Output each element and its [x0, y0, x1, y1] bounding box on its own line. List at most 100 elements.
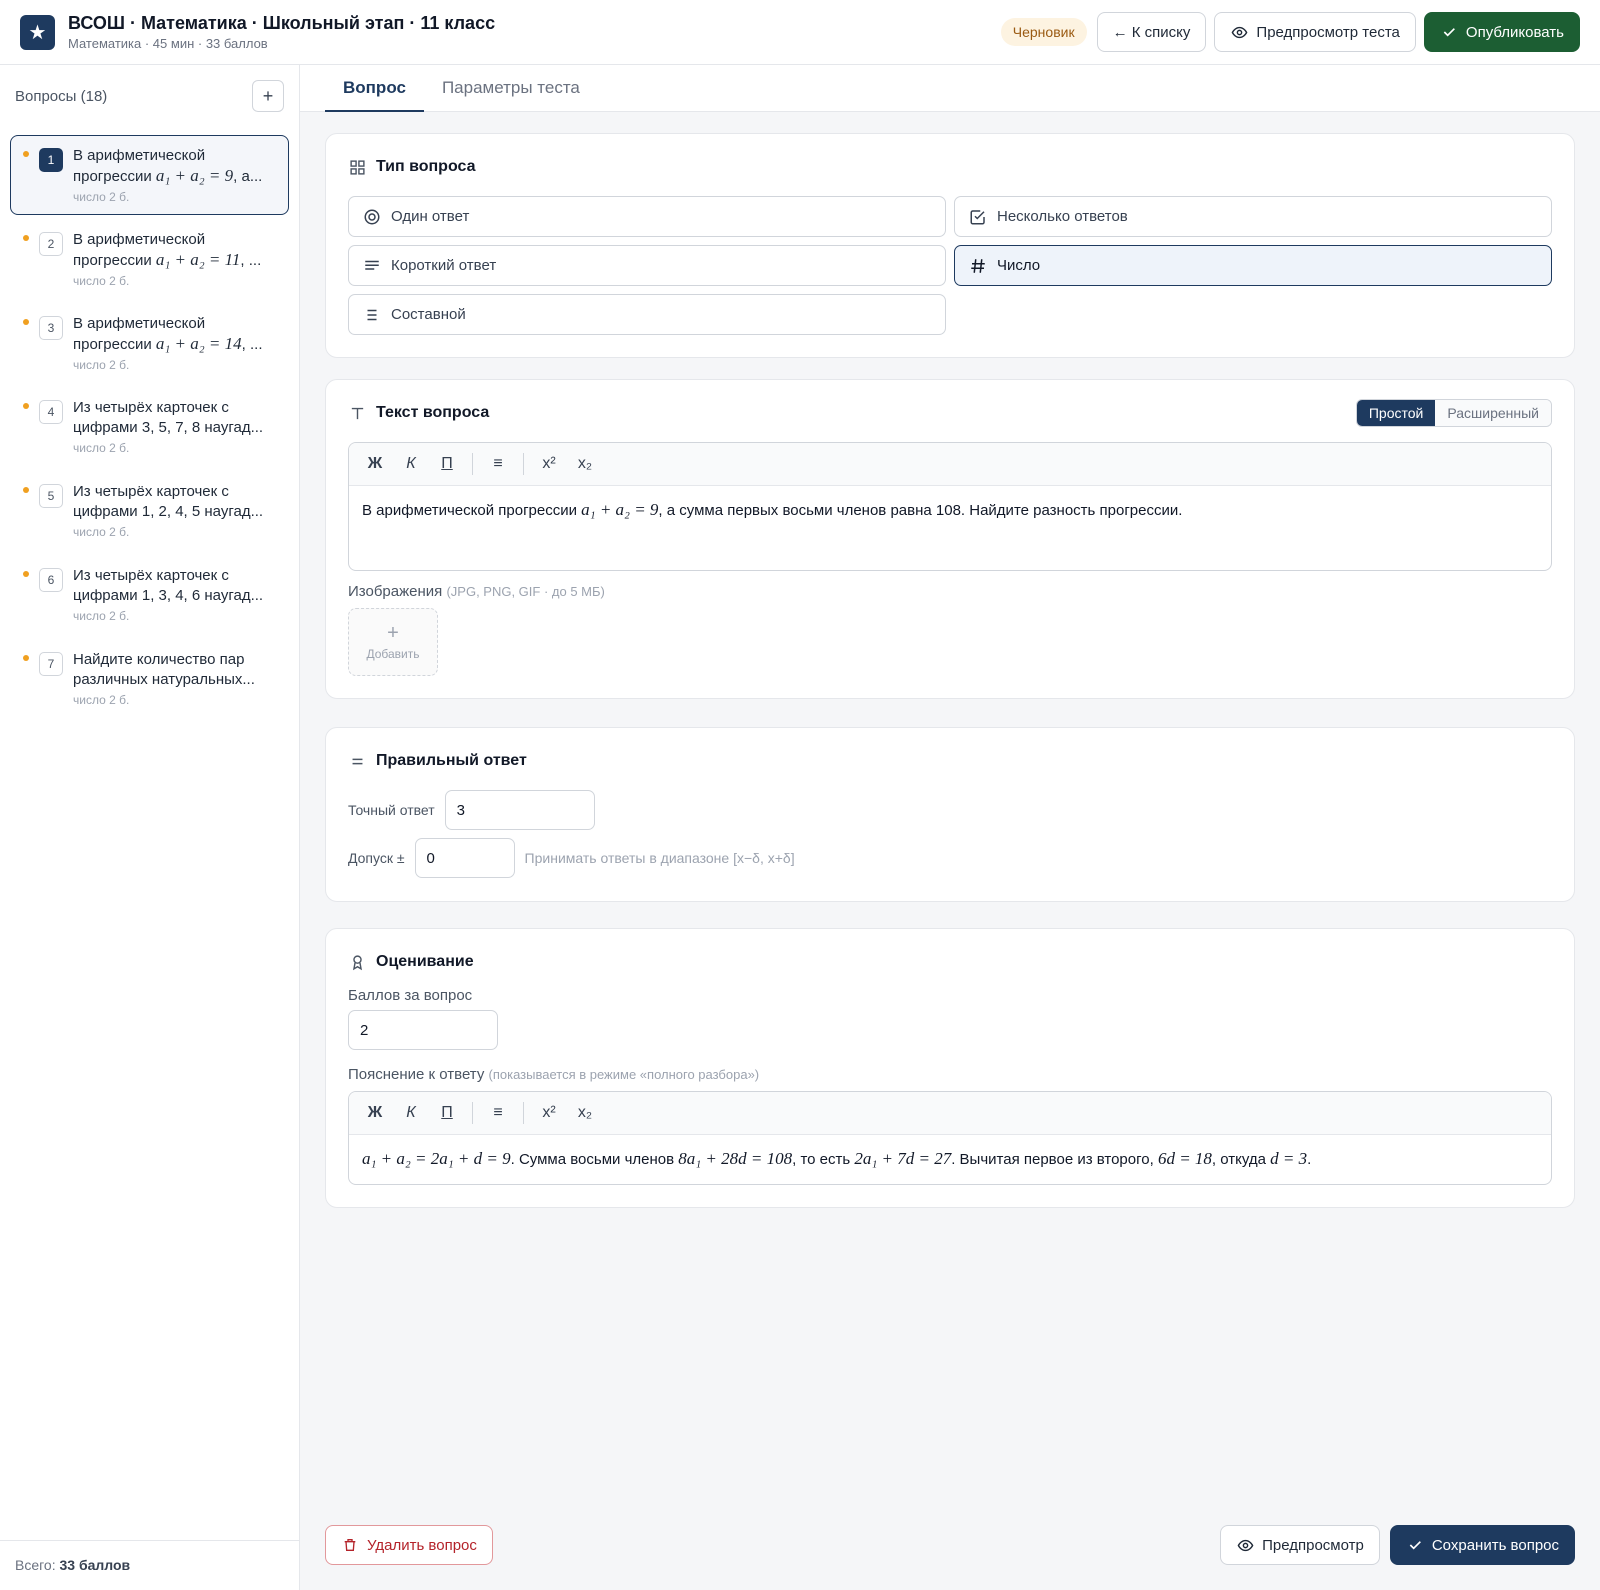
publish-button[interactable]: Опубликовать — [1423, 12, 1580, 52]
question-meta: число 2 б. — [73, 190, 130, 204]
app-header: ★ ВСОШ · Математика · Школьный этап · 11… — [0, 0, 1600, 65]
question-item-7[interactable]: 7 Найдите количество пар различных натур… — [10, 639, 289, 719]
question-type-options: Один ответ Несколько ответов Короткий от… — [348, 196, 1552, 335]
unsaved-dot — [23, 319, 29, 325]
tolerance-input[interactable] — [414, 838, 515, 878]
delete-question-button[interactable]: Удалить вопрос — [325, 1525, 493, 1565]
tab-bar: Вопрос Параметры теста — [300, 65, 1600, 112]
editor-toolbar: Ж К П ≡ x² x₂ — [349, 1092, 1551, 1135]
superscript-button[interactable]: x² — [531, 1104, 567, 1122]
tab-question[interactable]: Вопрос — [325, 65, 424, 112]
question-item-5[interactable]: 5 Из четырёх карточек с цифрами 1, 2, 4,… — [10, 471, 289, 551]
question-meta: число 2 б. — [73, 358, 130, 372]
footer-right-actions: Предпросмотр Сохранить вопрос — [1220, 1525, 1575, 1565]
bold-button[interactable]: Ж — [357, 1104, 393, 1122]
explanation-hint: (показывается в режиме «полного разбора»… — [488, 1067, 760, 1082]
question-number: 6 — [39, 568, 63, 592]
tolerance-hint: Принимать ответы в диапазоне [x−δ, x+δ] — [524, 850, 795, 866]
question-number: 1 — [39, 148, 63, 172]
unsaved-dot — [23, 655, 29, 661]
points-input[interactable] — [348, 1010, 498, 1050]
images-section: Изображения (JPG, PNG, GIF · до 5 МБ) + … — [348, 583, 1552, 676]
points-label: Баллов за вопрос — [348, 987, 473, 1004]
toolbar-divider — [472, 453, 473, 475]
question-type-card: Тип вопроса Один ответ Несколько ответов… — [325, 133, 1575, 358]
question-item-2[interactable]: 2 В арифметической прогрессии a₁ + a₂ = … — [10, 219, 289, 299]
preview-test-button[interactable]: Предпросмотр теста — [1214, 12, 1416, 52]
question-number: 2 — [39, 232, 63, 256]
type-number[interactable]: Число — [954, 245, 1552, 286]
page-subtitle: Математика · 45 мин · 33 баллов — [68, 36, 268, 51]
images-label: Изображения — [348, 583, 443, 600]
editor-toolbar: Ж К П ≡ x² x₂ — [349, 443, 1551, 486]
unsaved-dot — [23, 235, 29, 241]
question-number: 5 — [39, 484, 63, 508]
tolerance-label: Допуск ± — [348, 850, 405, 866]
question-text-title: Текст вопроса Простой Расширенный — [348, 399, 1552, 427]
question-meta: число 2 б. — [73, 609, 130, 623]
equals-icon — [348, 752, 366, 770]
back-to-list-button[interactable]: ← К списку — [1096, 12, 1207, 52]
plus-icon: + — [387, 622, 399, 644]
preview-question-button[interactable]: Предпросмотр — [1220, 1525, 1380, 1565]
correct-answer-title: Правильный ответ — [348, 750, 1552, 772]
bold-button[interactable]: Ж — [357, 455, 393, 473]
award-icon — [348, 953, 366, 971]
question-number: 7 — [39, 652, 63, 676]
question-preview: Из четырёх карточек с цифрами 3, 5, 7, 8… — [73, 399, 264, 436]
underline-button[interactable]: П — [429, 1104, 465, 1122]
correct-answer-card: Правильный ответ Точный ответ Допуск ± П… — [325, 727, 1575, 902]
question-text-card: Текст вопроса Простой Расширенный Ж К П … — [325, 379, 1575, 699]
grading-title: Оценивание — [348, 951, 1552, 973]
question-item-6[interactable]: 6 Из четырёх карточек с цифрами 1, 3, 4,… — [10, 555, 289, 635]
question-item-1[interactable]: 1 В арифметической прогрессии a₁ + a₂ = … — [10, 135, 289, 215]
list-button[interactable]: ≡ — [480, 1104, 516, 1122]
editor-mode-toggle: Простой Расширенный — [1355, 399, 1552, 427]
type-compound[interactable]: Составной — [348, 294, 946, 335]
exact-answer-row: Точный ответ — [348, 790, 1552, 830]
eye-icon — [1236, 1536, 1254, 1554]
question-preview: В арифметической прогрессии a₁ + a₂ = 9,… — [73, 147, 263, 185]
superscript-button[interactable]: x² — [531, 455, 567, 473]
mode-advanced[interactable]: Расширенный — [1435, 400, 1551, 426]
question-text-input[interactable]: В арифметической прогрессии a₁ + a₂ = 9,… — [349, 486, 1551, 570]
add-image-button[interactable]: + Добавить — [348, 608, 438, 676]
tolerance-row: Допуск ± Принимать ответы в диапазоне [x… — [348, 838, 1552, 878]
check-icon — [1440, 23, 1458, 41]
question-item-3[interactable]: 3 В арифметической прогрессии a₁ + a₂ = … — [10, 303, 289, 383]
italic-button[interactable]: К — [393, 455, 429, 473]
italic-button[interactable]: К — [393, 1104, 429, 1122]
question-preview: В арифметической прогрессии a₁ + a₂ = 14… — [73, 315, 263, 353]
question-type-title: Тип вопроса — [348, 156, 1552, 178]
radio-icon — [363, 208, 381, 226]
question-meta: число 2 б. — [73, 274, 130, 288]
tab-test-settings[interactable]: Параметры теста — [424, 65, 598, 112]
exact-answer-input[interactable] — [444, 790, 595, 830]
save-question-button[interactable]: Сохранить вопрос — [1389, 1525, 1575, 1565]
explanation-input[interactable]: a₁ + a₂ = 2a₁ + d = 9. Сумма восьми член… — [349, 1135, 1551, 1184]
type-single-answer[interactable]: Один ответ — [348, 196, 946, 237]
list-icon — [363, 306, 381, 324]
subscript-button[interactable]: x₂ — [567, 1104, 603, 1122]
mode-simple[interactable]: Простой — [1356, 400, 1436, 426]
sidebar-title: Вопросы (18) — [15, 87, 108, 105]
underline-button[interactable]: П — [429, 455, 465, 473]
unsaved-dot — [23, 571, 29, 577]
unsaved-dot — [23, 403, 29, 409]
question-meta: число 2 б. — [73, 525, 130, 539]
type-multiple-answers[interactable]: Несколько ответов — [954, 196, 1552, 237]
toolbar-divider — [523, 1102, 524, 1124]
question-text-editor: Ж К П ≡ x² x₂ В арифметической прогресси… — [348, 442, 1552, 571]
question-actions: Удалить вопрос Предпросмотр Сохранить во… — [325, 1525, 1575, 1565]
type-short-answer[interactable]: Короткий ответ — [348, 245, 946, 286]
add-question-button[interactable]: + — [252, 80, 284, 112]
question-item-4[interactable]: 4 Из четырёх карточек с цифрами 3, 5, 7,… — [10, 387, 289, 467]
sidebar-total: Всего: 33 баллов — [0, 1540, 299, 1590]
check-icon — [1406, 1536, 1424, 1554]
grid-icon — [348, 158, 366, 176]
unsaved-dot — [23, 487, 29, 493]
text-lines-icon — [363, 257, 381, 275]
explanation-editor: Ж К П ≡ x² x₂ a₁ + a₂ = 2a₁ + d = 9. Сум… — [348, 1091, 1552, 1185]
subscript-button[interactable]: x₂ — [567, 455, 603, 473]
list-button[interactable]: ≡ — [480, 455, 516, 473]
